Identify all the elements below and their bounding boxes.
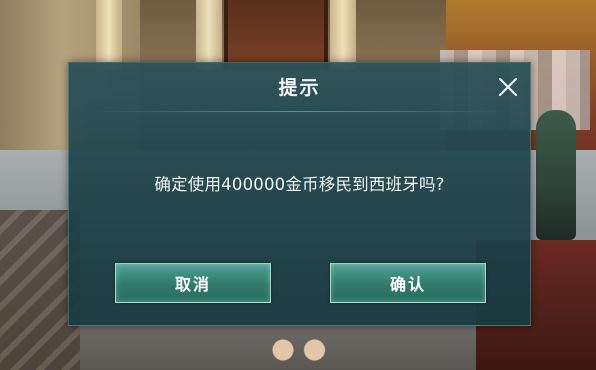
player-character-feet — [262, 320, 332, 370]
confirm-button-label: 确认 — [389, 275, 426, 294]
close-icon — [498, 77, 518, 97]
confirm-dialog: 提示 确定使用400000金币移民到西班牙吗? 取消 确认 — [68, 62, 531, 326]
dialog-message: 确定使用400000金币移民到西班牙吗? — [154, 175, 445, 194]
dialog-header: 提示 — [69, 63, 530, 109]
header-divider — [93, 111, 506, 112]
background-door — [224, 0, 328, 70]
cancel-button[interactable]: 取消 — [115, 263, 271, 303]
confirm-button[interactable]: 确认 — [330, 263, 486, 303]
cancel-button-label: 取消 — [174, 275, 211, 294]
background-character — [536, 110, 576, 240]
background-pillar — [330, 0, 356, 70]
close-button[interactable] — [494, 73, 522, 101]
background-pillar — [96, 0, 122, 70]
dialog-title: 提示 — [278, 76, 321, 99]
background-pillar — [196, 0, 222, 70]
